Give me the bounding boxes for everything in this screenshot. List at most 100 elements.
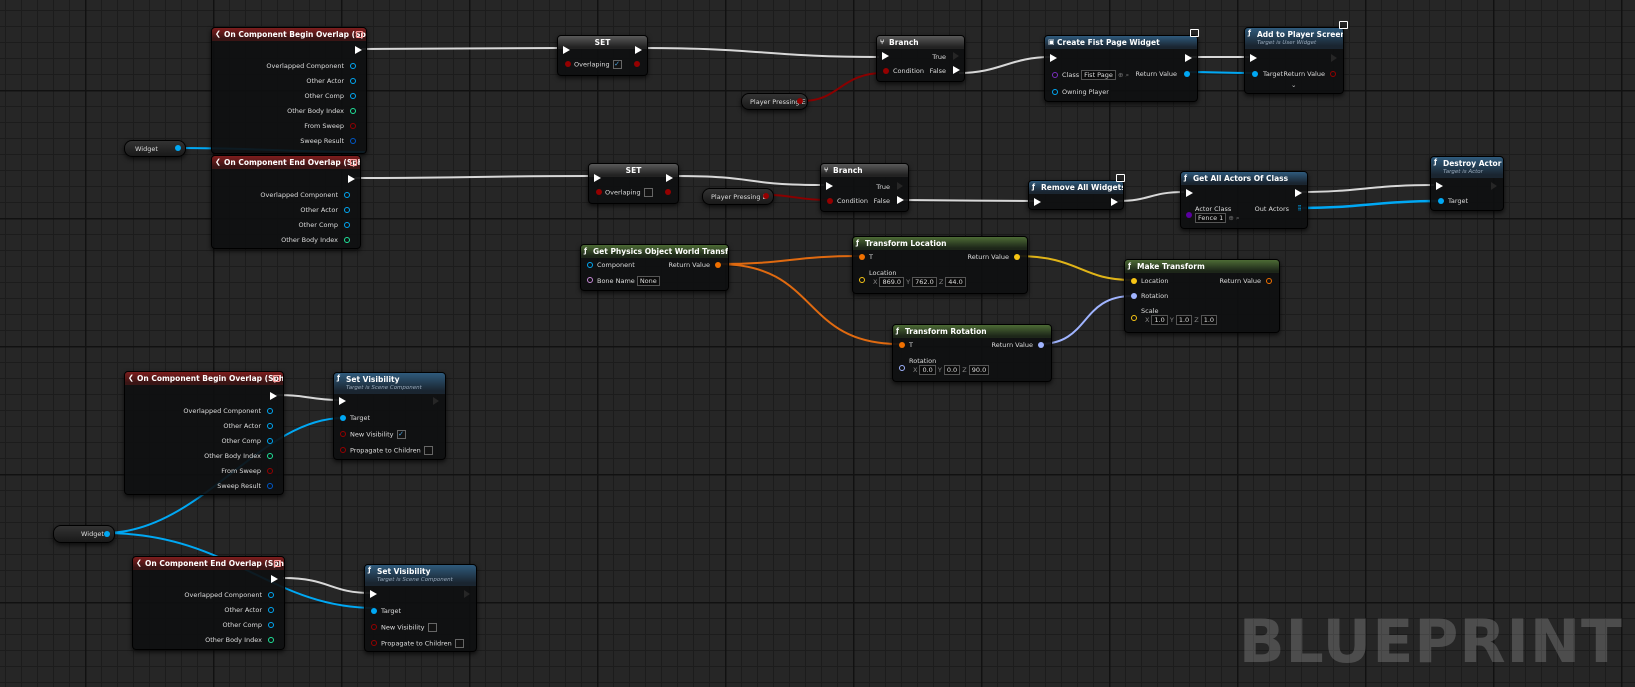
exec-in-pin[interactable] bbox=[339, 397, 346, 405]
delegate-pin-icon[interactable] bbox=[350, 159, 357, 166]
exec-out-pin[interactable] bbox=[271, 575, 278, 583]
overlaping-checkbox[interactable] bbox=[643, 188, 653, 197]
exec-out-pin[interactable] bbox=[355, 46, 362, 54]
vector-pin-icon[interactable] bbox=[1014, 254, 1020, 260]
bool-pin-icon[interactable] bbox=[371, 624, 377, 630]
object-pin-icon[interactable] bbox=[175, 145, 181, 151]
name-pin-icon[interactable] bbox=[587, 277, 593, 283]
struct-pin-icon[interactable] bbox=[350, 138, 356, 144]
exec-in-pin[interactable] bbox=[1250, 54, 1257, 62]
delegate-pin-icon[interactable] bbox=[356, 31, 363, 38]
exec-in-pin[interactable] bbox=[594, 174, 601, 182]
bool-pin-icon[interactable] bbox=[565, 61, 571, 67]
location-y-input[interactable]: 762.0 bbox=[912, 277, 937, 287]
actor-class-dropdown[interactable]: Fence 1 bbox=[1195, 213, 1227, 223]
class-pin-icon[interactable] bbox=[1186, 212, 1192, 218]
exec-out-pin[interactable] bbox=[433, 397, 440, 405]
object-pin-icon[interactable] bbox=[1438, 198, 1444, 204]
object-pin-icon[interactable] bbox=[1252, 71, 1258, 77]
object-pin-icon[interactable] bbox=[267, 423, 273, 429]
bool-pin-icon[interactable] bbox=[665, 189, 671, 195]
delegate-pin-icon[interactable] bbox=[273, 375, 280, 382]
exec-in-pin[interactable] bbox=[1050, 54, 1057, 62]
exec-out-pin-false[interactable] bbox=[953, 66, 960, 74]
exec-out-pin-true[interactable] bbox=[953, 52, 960, 60]
node-branch-top[interactable]: ⑂ Branch True Condition False bbox=[876, 35, 965, 82]
scale-y-input[interactable]: 1.0 bbox=[1175, 315, 1193, 325]
exec-out-pin[interactable] bbox=[270, 392, 277, 400]
exec-in-pin[interactable] bbox=[1034, 198, 1041, 206]
scale-z-input[interactable]: 1.0 bbox=[1200, 315, 1218, 325]
exec-out-pin[interactable] bbox=[1491, 182, 1498, 190]
bool-pin-icon[interactable] bbox=[763, 193, 769, 199]
node-add-to-player-screen[interactable]: ƒ Add to Player Screen Target is User Widg… bbox=[1244, 27, 1344, 94]
blueprint-graph-canvas[interactable]: ❮On Component Begin Overlap (Sphere) Ove… bbox=[0, 0, 1635, 687]
node-create-widget[interactable]: ▣ Create Fist Page Widget Class Fist Page … bbox=[1044, 35, 1198, 102]
object-pin-icon[interactable] bbox=[268, 622, 274, 628]
object-pin-icon[interactable] bbox=[268, 607, 274, 613]
object-pin-icon[interactable] bbox=[267, 408, 273, 414]
node-destroy-actor[interactable]: ƒ Destroy Actor Target is Actor Target bbox=[1430, 156, 1504, 211]
object-pin-icon[interactable] bbox=[344, 222, 350, 228]
node-set-overlaping-top[interactable]: SET Overlaping ✓ bbox=[557, 35, 648, 76]
node-end-overlap-sphere1[interactable]: ❮On Component End Overlap (Sphere1) Over… bbox=[132, 556, 285, 650]
exec-in-pin[interactable] bbox=[563, 46, 570, 54]
widget-variable-node[interactable]: Widget bbox=[53, 525, 115, 543]
node-branch-mid[interactable]: ⑂ Branch True Condition False bbox=[820, 163, 909, 212]
node-make-transform[interactable]: ƒ Make Transform Location Return Value Ro… bbox=[1124, 259, 1280, 333]
scale-x-input[interactable]: 1.0 bbox=[1151, 315, 1168, 325]
int-pin-icon[interactable] bbox=[344, 237, 350, 243]
bool-pin-icon[interactable] bbox=[883, 68, 889, 74]
widget-variable-node[interactable]: Widget bbox=[124, 140, 186, 157]
bool-pin-icon[interactable] bbox=[267, 468, 273, 474]
node-transform-rotation[interactable]: ƒ Transform Rotation T Return Value Rotat… bbox=[892, 324, 1052, 382]
object-pin-icon[interactable] bbox=[344, 192, 350, 198]
node-end-overlap-sphere[interactable]: ❮On Component End Overlap (Sphere) Overl… bbox=[211, 155, 361, 249]
exec-in-pin[interactable] bbox=[826, 182, 833, 190]
rotator-pin-icon[interactable] bbox=[899, 365, 905, 371]
bool-pin-icon[interactable] bbox=[827, 198, 833, 204]
propagate-checkbox[interactable] bbox=[454, 639, 464, 648]
node-set-visibility-bottom[interactable]: ƒ Set Visibility Target is Scene Component… bbox=[364, 564, 477, 652]
exec-out-pin[interactable] bbox=[1185, 54, 1192, 62]
delegate-pin-icon[interactable] bbox=[274, 560, 281, 567]
rotator-pin-icon[interactable] bbox=[1038, 342, 1044, 348]
object-pin-icon[interactable] bbox=[340, 415, 346, 421]
rotation-x-input[interactable]: 0.0 bbox=[919, 365, 936, 375]
vector-pin-icon[interactable] bbox=[859, 277, 865, 283]
vector-pin-icon[interactable] bbox=[1131, 315, 1137, 321]
class-dropdown[interactable]: Fist Page bbox=[1081, 70, 1116, 80]
new-visibility-checkbox[interactable]: ✓ bbox=[396, 430, 406, 439]
int-pin-icon[interactable] bbox=[350, 108, 356, 114]
bool-pin-icon[interactable] bbox=[634, 61, 640, 67]
object-pin-icon[interactable] bbox=[587, 262, 593, 268]
bool-pin-icon[interactable] bbox=[596, 189, 602, 195]
transform-pin-icon[interactable] bbox=[1266, 278, 1272, 284]
bool-pin-icon[interactable] bbox=[340, 431, 346, 437]
exec-out-pin[interactable] bbox=[666, 174, 673, 182]
exec-out-pin[interactable] bbox=[464, 590, 471, 598]
transform-pin-icon[interactable] bbox=[899, 342, 905, 348]
rotation-z-input[interactable]: 90.0 bbox=[968, 365, 990, 375]
exec-out-pin[interactable] bbox=[635, 46, 642, 54]
rotation-y-input[interactable]: 0.0 bbox=[943, 365, 961, 375]
player-pressing-e-variable-node[interactable]: Player Pressing E bbox=[741, 93, 808, 110]
node-begin-overlap-sphere[interactable]: ❮On Component Begin Overlap (Sphere) Ove… bbox=[211, 27, 367, 154]
node-get-all-actors-of-class[interactable]: ƒ Get All Actors Of Class Actor Class Fen… bbox=[1180, 171, 1308, 229]
struct-pin-icon[interactable] bbox=[267, 483, 273, 489]
exec-out-pin[interactable] bbox=[348, 175, 355, 183]
exec-in-pin[interactable] bbox=[882, 52, 889, 60]
rotator-pin-icon[interactable] bbox=[1131, 293, 1137, 299]
location-x-input[interactable]: 869.0 bbox=[879, 277, 905, 287]
exec-in-pin[interactable] bbox=[1186, 189, 1193, 197]
exec-in-pin[interactable] bbox=[370, 590, 377, 598]
exec-out-pin[interactable] bbox=[1111, 198, 1118, 206]
transform-pin-icon[interactable] bbox=[859, 254, 865, 260]
exec-in-pin[interactable] bbox=[1436, 182, 1443, 190]
object-pin-icon[interactable] bbox=[1184, 71, 1190, 77]
node-remove-all-widgets[interactable]: ƒ Remove All Widgets bbox=[1028, 180, 1124, 210]
location-z-input[interactable]: 44.0 bbox=[945, 277, 966, 287]
object-pin-icon[interactable] bbox=[1052, 89, 1058, 95]
exec-out-pin[interactable] bbox=[1295, 189, 1302, 197]
exec-out-pin[interactable] bbox=[1331, 54, 1338, 62]
